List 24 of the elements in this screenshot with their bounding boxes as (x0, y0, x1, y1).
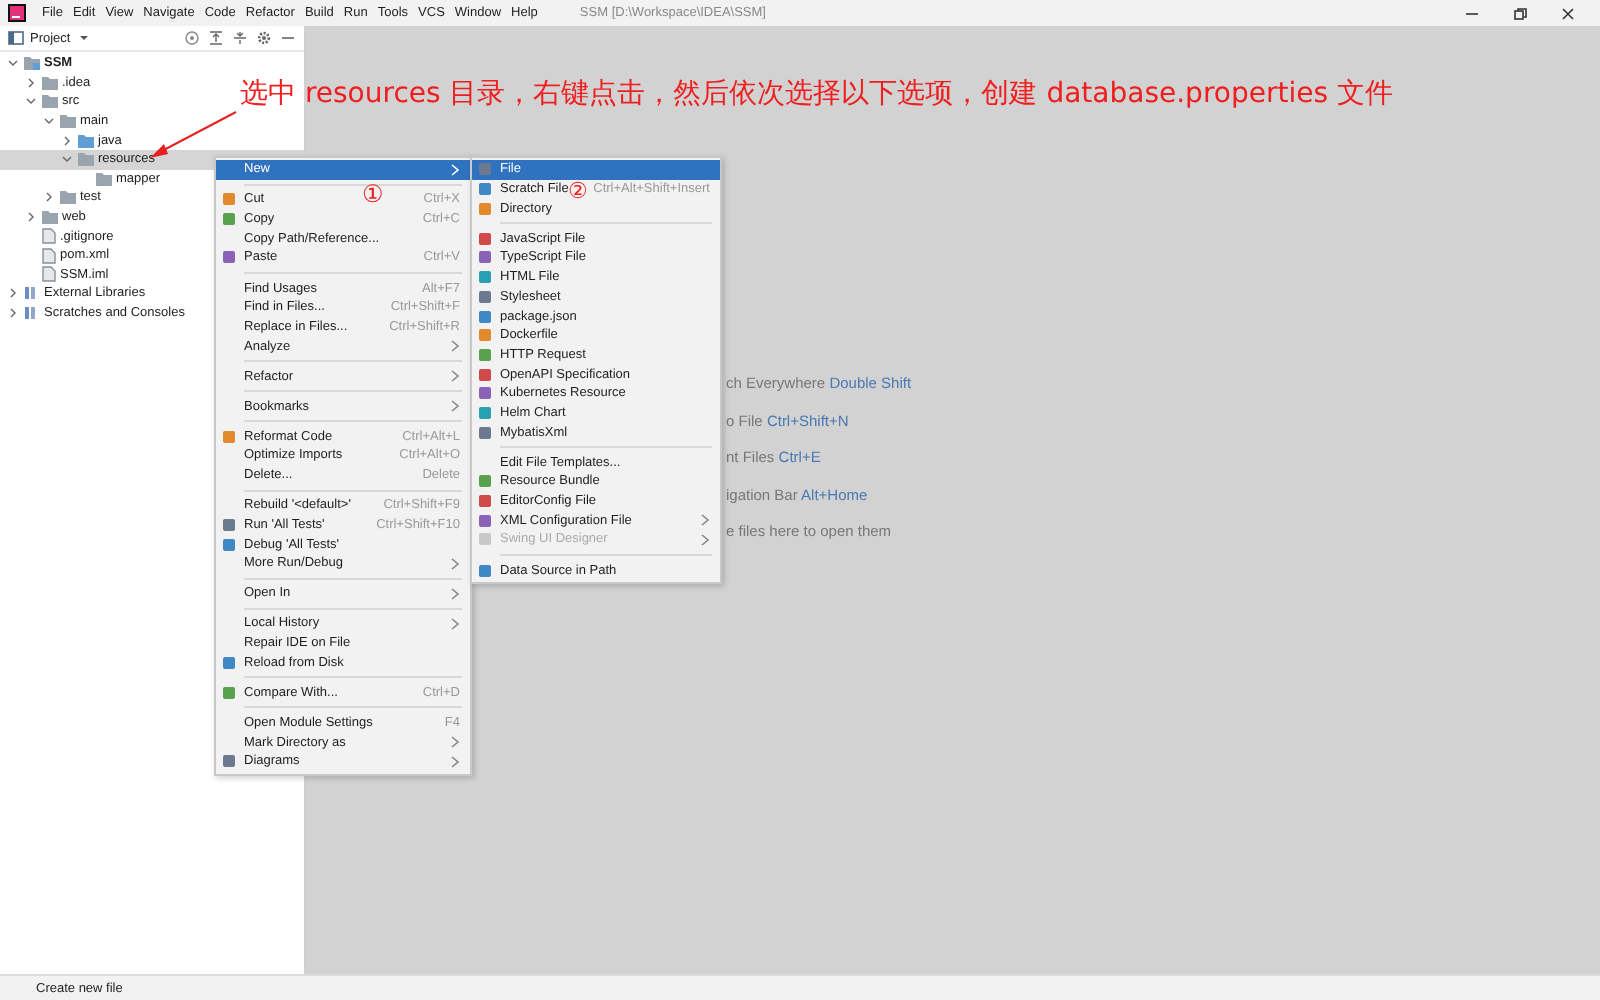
chevron-right-icon (450, 370, 460, 383)
chevron-down-icon[interactable] (62, 154, 72, 165)
chevron-right-icon[interactable] (26, 77, 36, 88)
target-icon[interactable] (184, 30, 200, 46)
step-marker: ① (362, 182, 384, 206)
chevron-down-icon[interactable] (8, 58, 18, 69)
chevron-right-icon (450, 340, 460, 353)
annotation-text: 选中 resources 目录，右键点击，然后依次选择以下选项，创建 database.properties 文件 (240, 76, 1393, 112)
chevron-right-icon (450, 400, 460, 413)
panel-icon (8, 30, 24, 46)
restore-icon[interactable] (1512, 5, 1528, 21)
expand-all-icon[interactable] (208, 30, 224, 46)
chevron-right-icon (450, 163, 460, 176)
caret-icon[interactable] (78, 32, 91, 44)
app-logo-icon (8, 4, 26, 22)
close-icon[interactable] (1560, 5, 1576, 21)
folder-icon (24, 56, 40, 71)
chevron-right-icon (450, 617, 460, 630)
collapse-all-icon[interactable] (232, 30, 248, 46)
chevron-right-icon (450, 587, 460, 600)
chevron-right-icon (450, 557, 460, 570)
settings-icon[interactable] (256, 30, 272, 46)
step-marker: ② (568, 180, 588, 202)
chevron-right-icon[interactable] (62, 135, 72, 146)
